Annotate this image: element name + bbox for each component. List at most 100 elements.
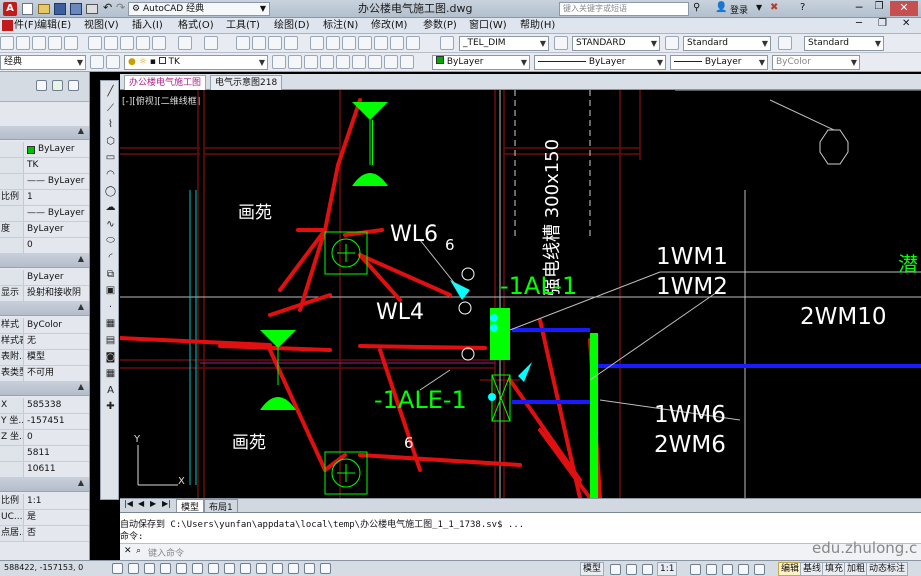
command-input[interactable]: ✕ ⌕ 键入命令 [120, 543, 921, 560]
menu-modify[interactable]: 修改(M) [371, 19, 407, 33]
pan-icon[interactable] [236, 36, 250, 50]
layer-walk-icon[interactable] [400, 55, 414, 69]
new-icon[interactable] [0, 36, 14, 50]
layer-freeze-icon[interactable] [368, 55, 382, 69]
redo-icon[interactable]: ↷ [116, 1, 125, 14]
dynamic-input-icon[interactable] [256, 563, 267, 574]
doc-restore-button[interactable]: ❐ [878, 18, 887, 29]
insert-block-icon[interactable]: ⧉ [104, 268, 117, 281]
quick-select-icon[interactable] [68, 80, 79, 91]
status-dyndim-button[interactable]: 动态标注 [866, 562, 909, 576]
exchange-icon[interactable]: ✖ [770, 2, 778, 13]
next-tab-icon[interactable]: ▶ [150, 499, 156, 508]
quick-properties-icon[interactable] [304, 563, 315, 574]
chevron-down-icon[interactable]: ▼ [756, 3, 762, 12]
help-icon[interactable] [406, 36, 420, 50]
autoscale-icon[interactable] [706, 564, 717, 575]
quick-view-layouts-icon[interactable] [610, 564, 621, 575]
menu-draw[interactable]: 绘图(D) [274, 19, 310, 33]
doc-minimize-button[interactable]: ─ [856, 18, 862, 29]
polygon-icon[interactable]: ⬡ [104, 135, 117, 148]
table-icon[interactable]: ▦ [104, 367, 117, 380]
revcloud-icon[interactable]: ☁ [104, 201, 117, 214]
menu-window[interactable]: 窗口(W) [469, 19, 507, 33]
quick-print-icon[interactable] [86, 4, 98, 14]
hardware-accel-icon[interactable] [754, 564, 765, 575]
color-select[interactable]: ByLayer ▼ [432, 55, 530, 70]
ellipse-icon[interactable]: ⬭ [104, 234, 117, 247]
layer-state-icon[interactable] [304, 55, 318, 69]
drawing-canvas[interactable]: [-][俯视][二维线框] 画苑 画苑 WL6 WL4 6 6 强电线槽 300… [120, 90, 921, 498]
close-icon[interactable]: ✕ [124, 546, 132, 556]
tab-electrical-diagram[interactable]: 电气示意图218 [210, 75, 283, 90]
section-general[interactable]: ▲ [0, 126, 89, 140]
dynamic-ucs-icon[interactable] [240, 563, 251, 574]
otrack-icon[interactable] [224, 563, 235, 574]
menu-parametric[interactable]: 参数(P) [423, 19, 457, 33]
copy-icon[interactable] [104, 36, 118, 50]
save-icon[interactable] [48, 36, 62, 50]
dim-style-select[interactable]: STANDARD ▼ [572, 36, 660, 51]
first-tab-icon[interactable]: |◀ [124, 499, 133, 508]
gear-icon[interactable] [90, 55, 104, 69]
property-row[interactable]: UC... 是 [0, 510, 89, 526]
model-space-button[interactable]: 模型 [580, 562, 605, 576]
layer-manager-icon[interactable] [106, 55, 120, 69]
3d-osnap-icon[interactable] [208, 563, 219, 574]
infer-constraints-icon[interactable] [112, 563, 123, 574]
property-row[interactable]: 度 ByLayer [0, 222, 89, 238]
property-row[interactable]: X 585338 [0, 398, 89, 414]
mtext-icon[interactable]: A [104, 384, 117, 397]
select-objects-icon[interactable] [52, 80, 63, 91]
quickcalc-icon[interactable] [390, 36, 404, 50]
open-icon[interactable] [32, 36, 46, 50]
lineweight-select[interactable]: ByLayer ▼ [670, 55, 768, 70]
redo-icon[interactable] [204, 36, 218, 50]
annotation-scale-icon[interactable] [642, 564, 653, 575]
property-section-header[interactable]: ▲ [0, 254, 89, 268]
status-bold-button[interactable]: 加粗 [844, 562, 869, 576]
user-icon[interactable]: 👤 [715, 2, 727, 13]
quick-open-icon[interactable] [38, 4, 50, 14]
menu-format[interactable]: 格式(O) [178, 19, 214, 33]
object-snap-icon[interactable] [192, 563, 203, 574]
add-selected-icon[interactable]: ✚ [104, 400, 117, 413]
construction-line-icon[interactable]: ⟋ [104, 102, 117, 115]
layer-lock-icon[interactable] [384, 55, 398, 69]
minimize-button[interactable]: ─ [850, 1, 868, 16]
menu-insert[interactable]: 插入(I) [132, 19, 163, 33]
undo-icon[interactable]: ↶ [103, 1, 112, 14]
coordinate-readout[interactable]: 588422, -157153, 0 [4, 563, 83, 572]
property-row[interactable]: Z 坐...0 [0, 430, 89, 446]
property-row[interactable]: —— ByLayer [0, 206, 89, 222]
table-style-select[interactable]: Standard ▼ [683, 36, 771, 51]
zoom-previous-icon[interactable] [284, 36, 298, 50]
property-row[interactable]: 样式表无 [0, 334, 89, 350]
cut-icon[interactable] [88, 36, 102, 50]
app-menu-icon[interactable]: A [3, 2, 17, 16]
markup-icon[interactable] [374, 36, 388, 50]
layer-iso-icon[interactable] [320, 55, 334, 69]
print-icon[interactable] [64, 36, 78, 50]
status-edit-button[interactable]: 编辑 [778, 562, 803, 576]
property-row[interactable]: ByLayer [0, 142, 89, 158]
property-row[interactable]: —— ByLayer [0, 174, 89, 190]
menu-file[interactable]: 件(F) [14, 19, 38, 33]
multileader-style-icon[interactable] [778, 36, 792, 50]
property-section-header[interactable]: ▲ [0, 302, 89, 316]
property-row[interactable]: 显示 投射和接收阴 [0, 286, 89, 302]
text-style-select[interactable]: _TEL_DIM ▼ [459, 36, 549, 51]
properties-icon[interactable] [310, 36, 324, 50]
arc-icon[interactable]: ◠ [104, 168, 117, 181]
annotation-scale-value[interactable]: 1:1 [657, 562, 678, 576]
text-style-icon[interactable] [440, 36, 454, 50]
line-icon[interactable]: ╱ [104, 85, 117, 98]
ortho-mode-icon[interactable] [160, 563, 171, 574]
property-row[interactable]: 比例 1 [0, 190, 89, 206]
prev-tab-icon[interactable]: ◀ [138, 499, 144, 508]
plotstyle-select[interactable]: ByColor ▼ [772, 55, 860, 70]
tab-office-building[interactable]: 办公楼电气施工图 [124, 75, 207, 90]
login-link[interactable]: 登录 [730, 3, 748, 16]
toggle-pickadd-icon[interactable] [36, 80, 47, 91]
design-center-icon[interactable] [326, 36, 340, 50]
